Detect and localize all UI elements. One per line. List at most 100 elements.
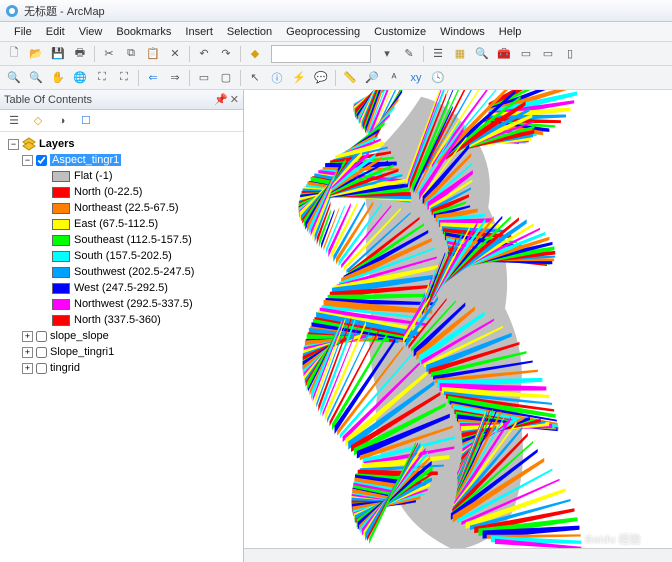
expander-icon[interactable]: + [22, 363, 33, 374]
toc-tree[interactable]: − Layers − Aspect_tingr1 Flat (-1) North … [0, 132, 243, 562]
delete-icon[interactable]: ✕ [165, 44, 185, 64]
cut-icon[interactable]: ✂ [99, 44, 119, 64]
goto-xy-icon[interactable]: xy [406, 68, 426, 88]
zoom-in-icon[interactable]: 🔍 [4, 68, 24, 88]
search-icon[interactable]: 🔍 [472, 44, 492, 64]
full-extent-icon[interactable]: 🌐 [70, 68, 90, 88]
expander-icon[interactable]: − [8, 139, 19, 150]
symbology-class[interactable]: West (247.5-292.5) [2, 280, 241, 296]
select-features-icon[interactable]: ▭ [194, 68, 214, 88]
paste-icon[interactable]: 📋 [143, 44, 163, 64]
separator [94, 46, 95, 62]
symbology-class[interactable]: North (0-22.5) [2, 184, 241, 200]
new-doc-icon[interactable]: 🗋 [4, 44, 24, 64]
color-swatch [52, 267, 70, 278]
list-by-visibility-icon[interactable]: ◑ [52, 111, 72, 131]
find-icon[interactable]: 🔎 [362, 68, 382, 88]
menu-windows[interactable]: Windows [434, 24, 491, 40]
forward-extent-icon[interactable]: ⇒ [165, 68, 185, 88]
undo-icon[interactable]: ↶ [194, 44, 214, 64]
open-icon[interactable]: 📂 [26, 44, 46, 64]
menu-selection[interactable]: Selection [221, 24, 278, 40]
layer-visibility-checkbox[interactable] [36, 331, 47, 342]
clear-selection-icon[interactable]: ▢ [216, 68, 236, 88]
menu-insert[interactable]: Insert [179, 24, 219, 40]
layers-root[interactable]: − Layers [2, 136, 241, 152]
list-by-drawing-icon[interactable]: ☰ [4, 111, 24, 131]
hyperlink-icon[interactable]: ⚡ [289, 68, 309, 88]
layer-item[interactable]: +slope_slope [2, 328, 241, 344]
menu-view[interactable]: View [73, 24, 109, 40]
workspace: Table Of Contents 📌 ✕ ☰ ◇ ◑ ☐ − Layers − [0, 90, 672, 562]
layer-visibility-checkbox[interactable] [36, 155, 47, 166]
time-slider-icon[interactable]: 🕓 [428, 68, 448, 88]
toc-icon[interactable]: ☰ [428, 44, 448, 64]
copy-icon[interactable]: ⧉ [121, 44, 141, 64]
menu-bookmarks[interactable]: Bookmarks [110, 24, 177, 40]
menu-customize[interactable]: Customize [368, 24, 432, 40]
color-swatch [52, 171, 70, 182]
separator [189, 70, 190, 86]
save-icon[interactable]: 💾 [48, 44, 68, 64]
expander-icon[interactable]: − [22, 155, 33, 166]
layer-visibility-checkbox[interactable] [36, 363, 47, 374]
scale-input[interactable] [271, 45, 371, 63]
close-icon[interactable]: ✕ [230, 93, 239, 106]
layer-item[interactable]: +tingrid [2, 360, 241, 376]
results-icon[interactable]: ▯ [560, 44, 580, 64]
class-label: Flat (-1) [74, 170, 113, 182]
zoom-out-icon[interactable]: 🔍 [26, 68, 46, 88]
tools-toolbar: 🔍 🔍 ✋ 🌐 ⛶ ⛶ ⇐ ⇒ ▭ ▢ ↖ ⓘ ⚡ 💬 📏 🔎 ᴬ xy 🕓 [0, 66, 672, 90]
back-extent-icon[interactable]: ⇐ [143, 68, 163, 88]
print-icon[interactable]: 🖶 [70, 44, 90, 64]
symbology-class[interactable]: North (337.5-360) [2, 312, 241, 328]
list-by-source-icon[interactable]: ◇ [28, 111, 48, 131]
layer-aspect[interactable]: − Aspect_tingr1 [2, 152, 241, 168]
add-data-icon[interactable]: ◆ [245, 44, 265, 64]
color-swatch [52, 235, 70, 246]
window-title: 无标题 - ArcMap [24, 3, 105, 19]
measure-icon[interactable]: 📏 [340, 68, 360, 88]
python-icon[interactable]: ▭ [516, 44, 536, 64]
fixed-zoom-out-icon[interactable]: ⛶ [114, 68, 134, 88]
color-swatch [52, 283, 70, 294]
expander-icon[interactable]: + [22, 331, 33, 342]
layers-icon [22, 137, 36, 151]
redo-icon[interactable]: ↷ [216, 44, 236, 64]
select-elements-icon[interactable]: ↖ [245, 68, 265, 88]
symbology-class[interactable]: East (67.5-112.5) [2, 216, 241, 232]
layer-visibility-checkbox[interactable] [36, 347, 47, 358]
pin-icon[interactable]: 📌 [214, 93, 228, 106]
menu-help[interactable]: Help [493, 24, 528, 40]
menu-file[interactable]: File [8, 24, 38, 40]
list-by-selection-icon[interactable]: ☐ [76, 111, 96, 131]
pan-icon[interactable]: ✋ [48, 68, 68, 88]
class-label: North (0-22.5) [74, 186, 142, 198]
symbology-class[interactable]: Northeast (22.5-67.5) [2, 200, 241, 216]
menu-geoprocessing[interactable]: Geoprocessing [280, 24, 366, 40]
separator [240, 70, 241, 86]
expander-icon[interactable]: + [22, 347, 33, 358]
fixed-zoom-in-icon[interactable]: ⛶ [92, 68, 112, 88]
menu-edit[interactable]: Edit [40, 24, 71, 40]
toc-header: Table Of Contents 📌 ✕ [0, 90, 243, 110]
symbology-class[interactable]: Flat (-1) [2, 168, 241, 184]
find-route-icon[interactable]: ᴬ [384, 68, 404, 88]
editor-toolbar-icon[interactable]: ✎ [399, 44, 419, 64]
catalog-icon[interactable]: ▦ [450, 44, 470, 64]
modelbuilder-icon[interactable]: ▭ [538, 44, 558, 64]
map-canvas[interactable] [244, 90, 672, 562]
color-swatch [52, 315, 70, 326]
toc-panel: Table Of Contents 📌 ✕ ☰ ◇ ◑ ☐ − Layers − [0, 90, 244, 562]
identify-icon[interactable]: ⓘ [267, 68, 287, 88]
map-view[interactable]: Baidu 经验 jingyan.baidu.com [244, 90, 672, 562]
layer-aspect-label[interactable]: Aspect_tingr1 [50, 154, 121, 166]
dropdown-icon[interactable]: ▾ [377, 44, 397, 64]
html-popup-icon[interactable]: 💬 [311, 68, 331, 88]
layer-item[interactable]: +Slope_tingri1 [2, 344, 241, 360]
symbology-class[interactable]: South (157.5-202.5) [2, 248, 241, 264]
symbology-class[interactable]: Southeast (112.5-157.5) [2, 232, 241, 248]
symbology-class[interactable]: Northwest (292.5-337.5) [2, 296, 241, 312]
symbology-class[interactable]: Southwest (202.5-247.5) [2, 264, 241, 280]
toolbox-icon[interactable]: 🧰 [494, 44, 514, 64]
